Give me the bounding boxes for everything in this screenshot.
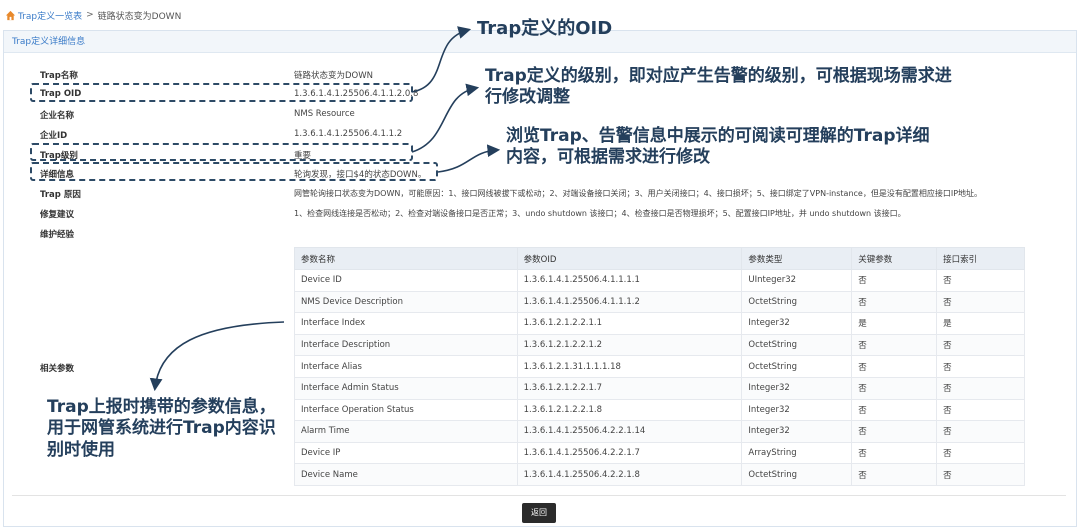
cell-if-index: 是 <box>936 312 1025 335</box>
params-table: 参数名称 参数OID 参数类型 关键参数 接口索引 Device ID 1.3.6… <box>294 247 1025 486</box>
header-param-oid[interactable]: 参数OID <box>516 247 743 270</box>
cell-if-index: 否 <box>936 376 1025 400</box>
cell-if-index: 否 <box>936 463 1025 486</box>
cell-if-index: 否 <box>936 333 1025 357</box>
label-experience: 维护经验 <box>40 230 75 240</box>
value-enterprise-name: NMS Resource <box>294 109 355 119</box>
cell-param-type: Integer32 <box>741 398 853 422</box>
value-trap-cause: 网管轮询接口状态变为DOWN，可能原因：1、接口网线被拔下或松动；2、对端设备接… <box>294 189 983 198</box>
cell-param-type: ArrayString <box>741 441 853 465</box>
cell-if-index: 否 <box>936 398 1025 422</box>
cell-key-param: 否 <box>851 290 938 314</box>
table-row: Interface Index 1.3.6.1.2.1.2.2.1.1 Intege… <box>294 312 1025 335</box>
label-trap-name: Trap名称 <box>40 71 78 81</box>
cell-param-oid: 1.3.6.1.2.1.31.1.1.1.18 <box>516 355 743 378</box>
cell-param-type: Integer32 <box>741 420 853 443</box>
header-if-index[interactable]: 接口索引 <box>936 247 1025 270</box>
cell-param-type: OctetString <box>741 290 853 314</box>
value-trap-name: 链路状态变为DOWN <box>294 71 373 81</box>
cell-param-name: Interface Alias <box>294 355 518 378</box>
cell-param-type: OctetString <box>741 355 853 378</box>
cell-param-oid: 1.3.6.1.4.1.25506.4.1.1.1.2 <box>516 290 743 314</box>
label-suggestion: 修复建议 <box>40 210 75 220</box>
cell-param-name: Interface Operation Status <box>294 398 518 422</box>
params-header-row: 参数名称 参数OID 参数类型 关键参数 接口索引 <box>294 247 1025 270</box>
label-enterprise-id: 企业ID <box>40 131 68 141</box>
home-icon[interactable] <box>5 10 16 21</box>
cell-key-param: 否 <box>851 463 938 486</box>
label-related-params: 相关参数 <box>40 364 75 374</box>
cell-param-type: Integer32 <box>741 312 853 335</box>
cell-param-oid: 1.3.6.1.2.1.2.2.1.2 <box>516 333 743 357</box>
table-row: Device ID 1.3.6.1.4.1.25506.4.1.1.1.1 UInt… <box>294 269 1025 292</box>
cell-param-name: Device ID <box>294 269 518 292</box>
cell-param-oid: 1.3.6.1.4.1.25506.4.2.2.1.8 <box>516 463 743 486</box>
cell-param-name: NMS Device Description <box>294 290 518 314</box>
annotation-detail: 浏览Trap、告警信息中展示的可阅读可理解的Trap详细内容，可根据需求进行修改 <box>506 126 930 168</box>
breadcrumb-link-trap-list[interactable]: Trap定义一览表 <box>18 9 82 22</box>
highlight-trap-level <box>30 143 413 161</box>
breadcrumb-separator: > <box>86 10 94 20</box>
cell-key-param: 否 <box>851 355 938 378</box>
cell-key-param: 是 <box>851 312 938 335</box>
header-param-type[interactable]: 参数类型 <box>741 247 853 270</box>
cell-if-index: 否 <box>936 355 1025 378</box>
value-suggestion: 1、检查网线连接是否松动；2、检查对端设备接口是否正常；3、undo shutd… <box>294 209 906 218</box>
annotation-params: Trap上报时携带的参数信息，用于网管系统进行Trap内容识别时使用 <box>47 397 276 460</box>
cell-key-param: 否 <box>851 441 938 465</box>
cell-key-param: 否 <box>851 333 938 357</box>
cell-key-param: 否 <box>851 376 938 400</box>
breadcrumb-current: 链路状态变为DOWN <box>97 11 182 22</box>
cell-if-index: 否 <box>936 290 1025 314</box>
cell-param-oid: 1.3.6.1.4.1.25506.4.1.1.1.1 <box>516 269 743 292</box>
cell-param-name: Interface Admin Status <box>294 376 518 400</box>
cell-if-index: 否 <box>936 441 1025 465</box>
breadcrumb: Trap定义一览表 > 链路状态变为DOWN <box>5 8 181 22</box>
cell-key-param: 否 <box>851 398 938 422</box>
table-row: Interface Admin Status 1.3.6.1.2.1.2.2.1.… <box>294 376 1025 400</box>
header-key-param[interactable]: 关键参数 <box>851 247 938 270</box>
cell-param-oid: 1.3.6.1.2.1.2.2.1.7 <box>516 376 743 400</box>
highlight-trap-oid <box>30 83 413 102</box>
cell-key-param: 否 <box>851 269 938 292</box>
header-param-name[interactable]: 参数名称 <box>294 247 518 270</box>
cell-param-oid: 1.3.6.1.2.1.2.2.1.8 <box>516 398 743 422</box>
annotation-oid: Trap定义的OID <box>477 18 613 39</box>
annotation-level: Trap定义的级别，即对应产生告警的级别，可根据现场需求进行修改调整 <box>485 66 952 108</box>
table-row: Device IP 1.3.6.1.4.1.25506.4.2.2.1.7 Arra… <box>294 441 1025 465</box>
table-row: Device Name 1.3.6.1.4.1.25506.4.2.2.1.8 Oc… <box>294 463 1025 486</box>
table-row: Alarm Time 1.3.6.1.4.1.25506.4.2.2.1.14 In… <box>294 420 1025 443</box>
cell-param-name: Device Name <box>294 463 518 486</box>
table-row: NMS Device Description 1.3.6.1.4.1.25506.… <box>294 290 1025 314</box>
cell-param-type: Integer32 <box>741 376 853 400</box>
cell-if-index: 否 <box>936 420 1025 443</box>
cell-param-type: OctetString <box>741 463 853 486</box>
table-row: Interface Operation Status 1.3.6.1.2.1.2.… <box>294 398 1025 422</box>
cell-param-name: Interface Description <box>294 333 518 357</box>
highlight-detail <box>30 162 438 181</box>
cell-param-oid: 1.3.6.1.4.1.25506.4.2.2.1.14 <box>516 420 743 443</box>
cell-key-param: 否 <box>851 420 938 443</box>
cell-param-name: Device IP <box>294 441 518 465</box>
cell-param-type: UInteger32 <box>741 269 853 292</box>
cell-param-name: Alarm Time <box>294 420 518 443</box>
cell-param-name: Interface Index <box>294 312 518 335</box>
label-enterprise-name: 企业名称 <box>40 111 75 121</box>
cell-param-oid: 1.3.6.1.2.1.2.2.1.1 <box>516 312 743 335</box>
footer-divider <box>12 495 1066 496</box>
table-row: Interface Alias 1.3.6.1.2.1.31.1.1.1.18 Oc… <box>294 355 1025 378</box>
cell-if-index: 否 <box>936 269 1025 292</box>
cell-param-type: OctetString <box>741 333 853 357</box>
cell-param-oid: 1.3.6.1.4.1.25506.4.2.2.1.7 <box>516 441 743 465</box>
label-trap-cause: Trap 原因 <box>40 190 81 200</box>
table-row: Interface Description 1.3.6.1.2.1.2.2.1.2… <box>294 333 1025 357</box>
back-button[interactable]: 返回 <box>522 503 556 523</box>
value-enterprise-id: 1.3.6.1.4.1.25506.4.1.1.2 <box>294 129 403 139</box>
